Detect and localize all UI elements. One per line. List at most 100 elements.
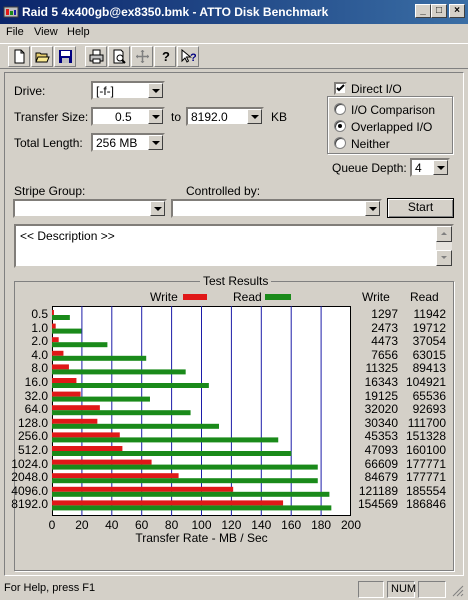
resize-grip-icon[interactable] — [452, 585, 464, 597]
column-write-header: Write — [362, 290, 390, 304]
maximize-button[interactable]: □ — [431, 4, 447, 18]
chevron-down-icon[interactable] — [148, 83, 163, 98]
write-bar — [52, 432, 120, 438]
start-button[interactable]: Start — [387, 198, 454, 218]
chevron-down-icon[interactable] — [365, 201, 380, 216]
save-button[interactable] — [54, 46, 76, 67]
x-tick-label: 120 — [221, 518, 242, 532]
svg-text:?: ? — [162, 49, 170, 64]
help-button[interactable]: ? — [154, 46, 176, 67]
y-tick-label: 2.0 — [31, 334, 48, 349]
total-length-select[interactable]: 256 MB — [91, 133, 165, 152]
write-value: 19125 — [364, 388, 398, 403]
read-value: 111700 — [407, 415, 446, 430]
status-num: NUM — [387, 581, 416, 598]
transfer-from-select[interactable]: 0.5 — [91, 107, 165, 126]
read-bar — [52, 396, 150, 402]
overlapped-io-radio[interactable] — [334, 120, 346, 132]
controlled-by-select[interactable] — [171, 199, 382, 218]
kb-label: KB — [271, 110, 288, 124]
read-bar — [52, 342, 108, 348]
drive-label: Drive: — [14, 84, 46, 98]
write-bar — [52, 459, 152, 465]
save-icon — [59, 50, 72, 63]
column-read-header: Read — [410, 290, 439, 304]
status-panel-scroll — [418, 581, 446, 598]
stripe-group-select[interactable] — [13, 199, 167, 218]
read-bar — [52, 369, 186, 375]
context-help-button[interactable]: ? — [177, 46, 199, 67]
y-tick-label: 64.0 — [24, 402, 48, 417]
write-bar — [52, 310, 54, 315]
y-tick-label: 256.0 — [17, 429, 48, 444]
open-button[interactable] — [31, 46, 53, 67]
help-icon: ? — [162, 49, 170, 64]
legend-write-label: Write — [150, 290, 178, 304]
y-tick-label: 8192.0 — [11, 497, 48, 512]
read-bar — [52, 328, 82, 334]
menu-bar: File View Help — [0, 24, 468, 42]
new-file-button[interactable] — [8, 46, 30, 67]
transfer-to-value: 8192.0 — [191, 110, 228, 124]
menu-help[interactable]: Help — [67, 26, 90, 38]
print-button[interactable] — [85, 46, 107, 67]
write-bar — [52, 337, 59, 343]
read-value: 92693 — [412, 402, 446, 417]
description-scrollbar[interactable] — [436, 226, 452, 266]
queue-depth-select[interactable]: 4 — [410, 158, 450, 177]
overlapped-io-label: Overlapped I/O — [351, 120, 433, 134]
title-bar[interactable]: Raid 5 4x400gb@ex8350.bmk - ATTO Disk Be… — [0, 0, 468, 24]
scroll-up-icon[interactable] — [436, 226, 452, 242]
read-bar — [52, 491, 330, 497]
read-bar — [52, 423, 219, 429]
write-value: 32020 — [364, 402, 398, 417]
close-button[interactable]: × — [449, 4, 465, 18]
write-value: 7656 — [371, 347, 398, 362]
queue-depth-label: Queue Depth: — [332, 161, 407, 175]
drive-select[interactable]: [-f-] — [91, 81, 165, 100]
context-help-icon: ? — [181, 49, 196, 64]
x-tick-label: 60 — [135, 518, 149, 532]
read-value: 104921 — [405, 375, 446, 389]
print-preview-button[interactable] — [108, 46, 130, 67]
chevron-down-icon[interactable] — [247, 109, 262, 124]
chevron-down-icon[interactable] — [148, 109, 163, 124]
chevron-down-icon[interactable] — [433, 160, 448, 175]
read-bar — [52, 315, 70, 320]
read-value: 63015 — [412, 347, 446, 362]
io-comparison-label: I/O Comparison — [351, 103, 436, 117]
chevron-down-icon[interactable] — [150, 201, 165, 216]
write-bar — [52, 391, 81, 397]
y-tick-label: 0.5 — [31, 307, 48, 321]
print-preview-icon — [113, 49, 126, 64]
neither-label: Neither — [351, 137, 390, 151]
read-value: 186846 — [405, 497, 446, 512]
transfer-to-select[interactable]: 8192.0 — [186, 107, 264, 126]
read-bar — [52, 451, 292, 456]
description-box[interactable]: << Description >> — [14, 224, 454, 268]
minimize-button[interactable]: _ — [415, 4, 431, 18]
menu-file[interactable]: File — [6, 26, 24, 38]
x-axis-label: Transfer Rate - MB / Sec — [135, 531, 268, 545]
checkmark-icon — [336, 84, 345, 92]
scroll-down-icon[interactable] — [436, 250, 452, 266]
menu-view[interactable]: View — [34, 26, 58, 38]
write-value: 47093 — [364, 443, 398, 457]
io-comparison-radio[interactable] — [334, 103, 346, 115]
drive-value: [-f-] — [96, 84, 114, 98]
read-value: 177771 — [405, 470, 446, 485]
y-tick-label: 32.0 — [24, 388, 48, 403]
read-value: 185554 — [405, 483, 446, 498]
write-bar — [52, 418, 98, 424]
read-value: 177771 — [405, 456, 446, 471]
app-icon — [3, 6, 19, 18]
y-tick-label: 4.0 — [31, 347, 48, 362]
read-bar — [52, 464, 318, 470]
window-title: Raid 5 4x400gb@ex8350.bmk - ATTO Disk Be… — [22, 5, 329, 19]
direct-io-checkbox[interactable] — [334, 82, 347, 95]
move-button[interactable] — [131, 46, 153, 67]
plot-svg — [52, 306, 332, 516]
neither-radio[interactable] — [334, 137, 346, 149]
status-bar: For Help, press F1 NUM — [0, 579, 468, 600]
chevron-down-icon[interactable] — [148, 135, 163, 150]
